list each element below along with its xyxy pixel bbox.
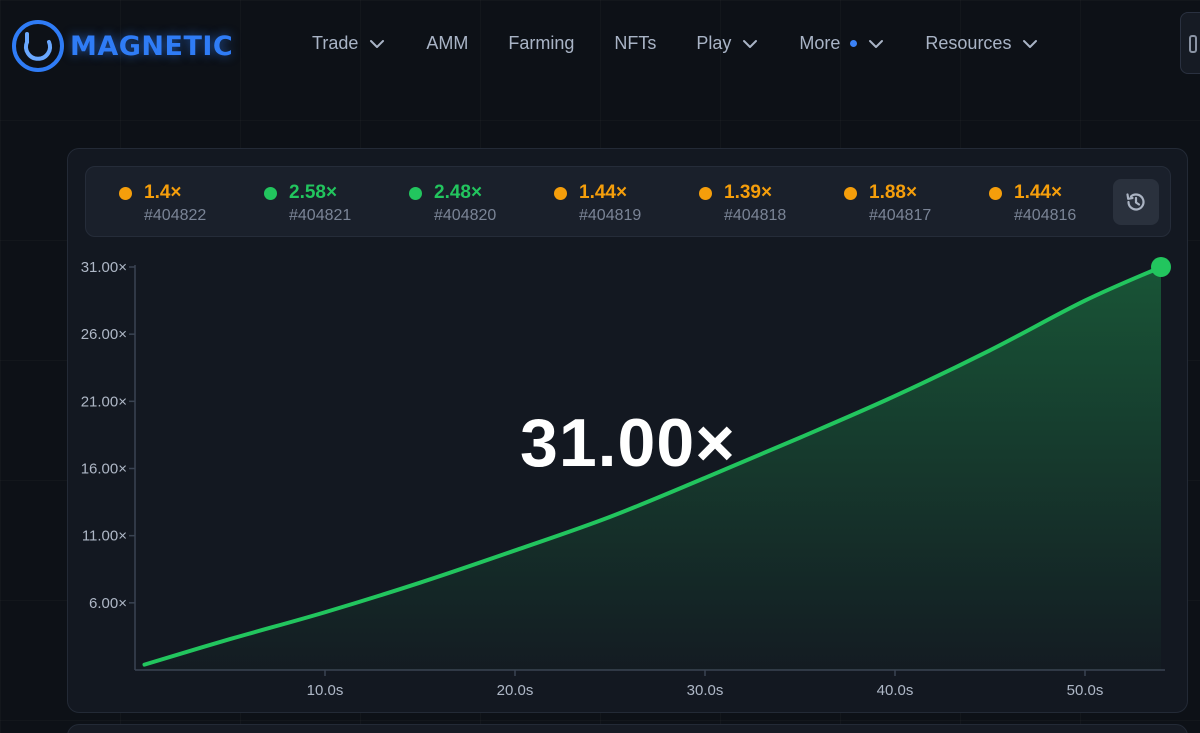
- nav-more[interactable]: More: [799, 33, 885, 54]
- nav-label: Resources: [925, 33, 1012, 53]
- crash-game-card: 1.44× #404816 1.88× #404817 1.39× #404818 1.44…: [67, 148, 1188, 713]
- y-tick-label: 21.00×: [81, 393, 127, 410]
- nav-label: Play: [696, 33, 732, 53]
- nav-play[interactable]: Play: [696, 33, 759, 54]
- nav-amm[interactable]: AMM: [426, 33, 468, 54]
- chevron-down-icon: [370, 39, 385, 48]
- brand-name: MAGNETIC: [70, 30, 234, 62]
- x-tick-label: 50.0s: [1067, 682, 1104, 699]
- y-tick-label: 6.00×: [89, 595, 127, 612]
- nav-label: NFTs: [614, 33, 657, 53]
- brand-logo[interactable]: MAGNETIC: [10, 18, 233, 74]
- nav-label: Trade: [312, 33, 359, 53]
- nav-trade[interactable]: Trade: [312, 33, 386, 54]
- x-tick-label: 40.0s: [877, 682, 914, 699]
- x-tick-label: 30.0s: [687, 682, 724, 699]
- y-tick-label: 26.00×: [81, 326, 127, 343]
- magnetic-logo-icon: [12, 20, 64, 72]
- wallet-button[interactable]: [1180, 12, 1200, 74]
- x-tick-label: 10.0s: [307, 682, 344, 699]
- bet-panel: [67, 724, 1188, 733]
- chevron-down-icon: [869, 39, 884, 48]
- nav-label: AMM: [426, 33, 469, 53]
- y-tick-label: 31.00×: [81, 259, 127, 276]
- current-multiplier: 31.00×: [520, 405, 736, 481]
- nav-label: More: [799, 33, 841, 53]
- top-nav: MAGNETIC Trade AMM Farming NFTs Play More Reso…: [0, 0, 1200, 94]
- y-tick-label: 16.00×: [81, 461, 127, 478]
- y-tick-label: 11.00×: [82, 528, 127, 545]
- x-tick-label: 20.0s: [497, 682, 534, 699]
- wallet-icon: [1189, 35, 1197, 53]
- main-nav: Trade AMM Farming NFTs Play More Resources: [312, 33, 1079, 54]
- nav-nfts[interactable]: NFTs: [614, 33, 656, 54]
- notification-dot-icon: [850, 40, 858, 47]
- nav-label: Farming: [508, 33, 575, 53]
- series-end-point: [1151, 257, 1171, 277]
- nav-farming[interactable]: Farming: [508, 33, 574, 54]
- nav-resources[interactable]: Resources: [925, 33, 1039, 54]
- chevron-down-icon: [743, 39, 758, 48]
- chevron-down-icon: [1023, 39, 1038, 48]
